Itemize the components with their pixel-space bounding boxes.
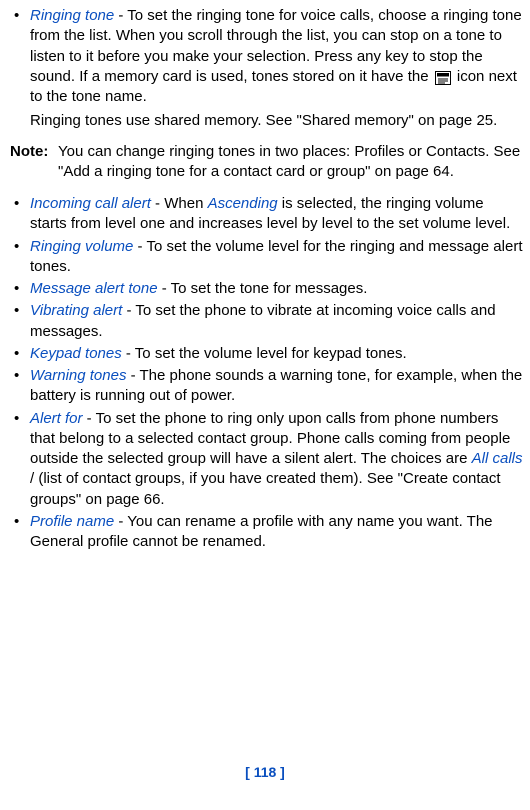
list-item: Keypad tones - To set the volume level f… bbox=[10, 344, 524, 364]
body-text: - To set the volume level for keypad ton… bbox=[122, 345, 407, 362]
term-warning-tones: Warning tones bbox=[30, 367, 126, 384]
term-incoming-call-alert: Incoming call alert bbox=[30, 195, 151, 212]
term-alert-for: Alert for bbox=[30, 410, 83, 427]
term-keypad-tones: Keypad tones bbox=[30, 345, 122, 362]
shared-memory-note: Ringing tones use shared memory. See "Sh… bbox=[10, 111, 524, 131]
list-item: Warning tones - The phone sounds a warni… bbox=[10, 366, 524, 407]
term-ringing-volume: Ringing volume bbox=[30, 238, 133, 255]
body-text: / (list of contact groups, if you have c… bbox=[30, 470, 501, 507]
term-message-alert-tone: Message alert tone bbox=[30, 280, 158, 297]
bullet-list-main: Incoming call alert - When Ascending is … bbox=[10, 194, 524, 552]
memory-card-icon bbox=[435, 71, 451, 85]
list-item: Ringing tone - To set the ringing tone f… bbox=[10, 6, 524, 107]
term-all-calls: All calls bbox=[472, 450, 523, 467]
note-body: You can change ringing tones in two plac… bbox=[58, 143, 520, 180]
note-label: Note: bbox=[10, 142, 48, 162]
list-item: Alert for - To set the phone to ring onl… bbox=[10, 409, 524, 510]
body-text: - To set the tone for messages. bbox=[158, 280, 368, 297]
list-item: Incoming call alert - When Ascending is … bbox=[10, 194, 524, 235]
term-vibrating-alert: Vibrating alert bbox=[30, 302, 122, 319]
list-item: Profile name - You can rename a profile … bbox=[10, 512, 524, 553]
list-item: Message alert tone - To set the tone for… bbox=[10, 279, 524, 299]
term-profile-name: Profile name bbox=[30, 513, 114, 530]
list-item: Vibrating alert - To set the phone to vi… bbox=[10, 301, 524, 342]
bullet-list-top: Ringing tone - To set the ringing tone f… bbox=[10, 6, 524, 107]
term-ringing-tone: Ringing tone bbox=[30, 7, 114, 24]
list-item: Ringing volume - To set the volume level… bbox=[10, 237, 524, 278]
page-number: [ 118 ] bbox=[0, 763, 530, 782]
body-text: - To set the phone to ring only upon cal… bbox=[30, 410, 510, 468]
note-block: Note: You can change ringing tones in tw… bbox=[10, 142, 524, 183]
body-text: - When bbox=[151, 195, 208, 212]
term-ascending: Ascending bbox=[208, 195, 278, 212]
